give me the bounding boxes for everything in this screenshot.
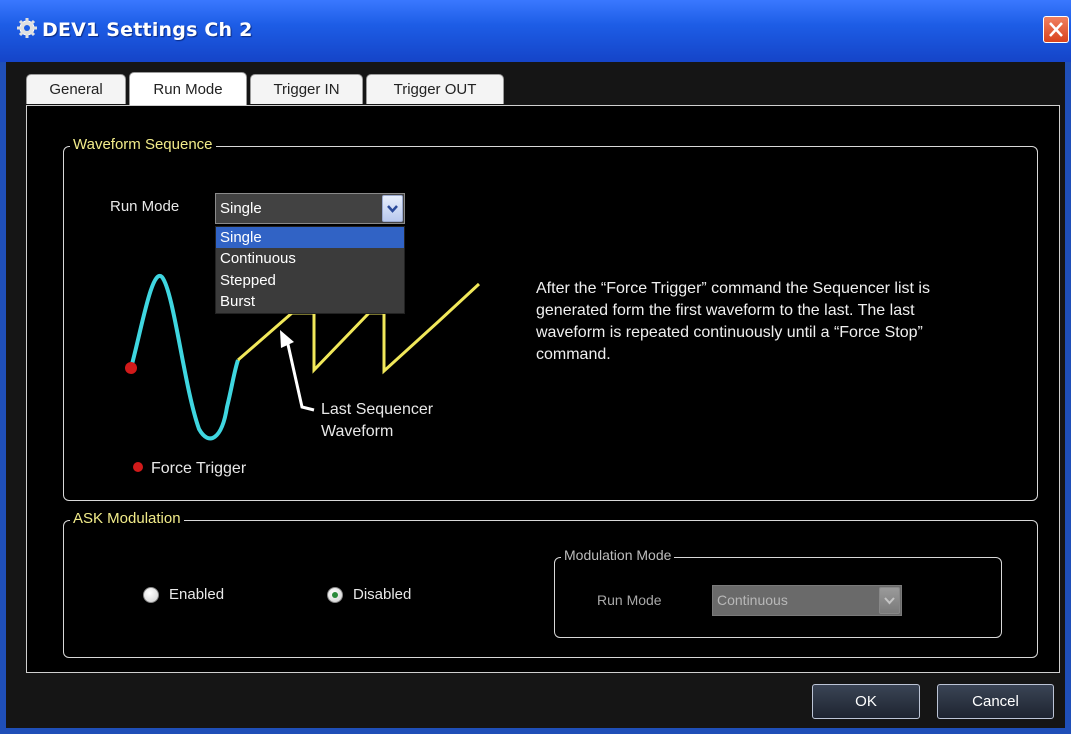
tab-trigger-out[interactable]: Trigger OUT: [366, 74, 504, 104]
last-waveform-caption-line1: Last Sequencer: [321, 401, 434, 418]
enabled-radio[interactable]: [143, 587, 159, 603]
modulation-run-mode-value: Continuous: [717, 592, 788, 608]
cancel-button[interactable]: Cancel: [937, 684, 1054, 719]
waveform-sequence-group: Waveform Sequence Run Mode Single Last S…: [63, 136, 1038, 501]
title-bar: DEV1 Settings Ch 2: [0, 0, 1071, 62]
enabled-label[interactable]: Enabled: [169, 586, 224, 603]
modulation-run-mode-select: Continuous: [712, 585, 902, 616]
chevron-down-icon: [879, 587, 900, 614]
close-button[interactable]: [1043, 16, 1069, 43]
disabled-radio[interactable]: [327, 587, 343, 603]
run-mode-dropdown-list: Single Continuous Stepped Burst: [215, 226, 405, 314]
window-title: DEV1 Settings Ch 2: [42, 19, 253, 41]
ask-modulation-title: ASK Modulation: [70, 510, 184, 527]
tab-content-panel: Waveform Sequence Run Mode Single Last S…: [26, 105, 1060, 673]
legend-dot: [133, 462, 143, 472]
run-mode-option-burst[interactable]: Burst: [216, 291, 404, 312]
run-mode-option-continuous[interactable]: Continuous: [216, 248, 404, 269]
modulation-mode-group: Modulation Mode Run Mode Continuous: [554, 547, 1002, 638]
trigger-dot: [125, 362, 137, 374]
close-icon: [1049, 22, 1063, 37]
pointer-arrow: [285, 339, 315, 412]
tab-run-mode[interactable]: Run Mode: [129, 72, 247, 105]
waveform-diagram: [125, 273, 481, 472]
tab-trigger-in[interactable]: Trigger IN: [250, 74, 363, 104]
last-waveform-caption: Last Sequencer Waveform: [321, 399, 433, 443]
gear-icon: [17, 18, 37, 38]
disabled-label[interactable]: Disabled: [353, 586, 411, 603]
ask-modulation-group: ASK Modulation Enabled Disabled Modulati…: [63, 510, 1038, 658]
run-mode-option-single[interactable]: Single: [216, 227, 404, 248]
tab-general[interactable]: General: [26, 74, 126, 104]
run-mode-description: After the “Force Trigger” command the Se…: [536, 280, 930, 363]
modulation-mode-title: Modulation Mode: [561, 547, 675, 563]
force-trigger-label: Force Trigger: [151, 460, 247, 477]
run-mode-option-stepped[interactable]: Stepped: [216, 270, 404, 291]
ok-button[interactable]: OK: [812, 684, 920, 719]
modulation-run-mode-label: Run Mode: [597, 592, 662, 608]
last-waveform-caption-line2: Waveform: [321, 423, 394, 440]
settings-dialog: DEV1 Settings Ch 2 General Run Mode Trig…: [0, 0, 1071, 734]
